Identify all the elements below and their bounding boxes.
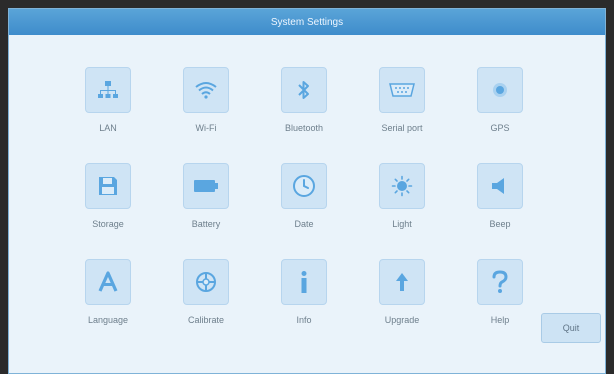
tile-label: Info (296, 315, 312, 325)
tile-help[interactable]: Help (451, 259, 549, 355)
battery-icon (183, 163, 229, 209)
tile-info[interactable]: Info (255, 259, 353, 355)
clock-icon (281, 163, 327, 209)
upgrade-arrow-icon (379, 259, 425, 305)
tile-storage[interactable]: Storage (59, 163, 157, 259)
serial-port-icon (379, 67, 425, 113)
question-mark-icon (477, 259, 523, 305)
tile-upgrade[interactable]: Upgrade (353, 259, 451, 355)
tile-label: GPS (490, 123, 510, 133)
tile-label: Storage (92, 219, 124, 229)
tile-label: Language (87, 315, 129, 325)
network-icon (85, 67, 131, 113)
tile-gps[interactable]: GPS (451, 67, 549, 163)
tile-date[interactable]: Date (255, 163, 353, 259)
tile-label: Date (294, 219, 314, 229)
settings-window: System Settings LAN Wi-Fi Bluetooth Seri… (8, 8, 606, 374)
tile-label: Bluetooth (284, 123, 324, 133)
tile-label: Help (490, 315, 510, 325)
calibrate-icon (183, 259, 229, 305)
tile-bluetooth[interactable]: Bluetooth (255, 67, 353, 163)
wifi-icon (183, 67, 229, 113)
tile-label: Beep (489, 219, 511, 229)
quit-button[interactable]: Quit (541, 313, 601, 343)
tile-lan[interactable]: LAN (59, 67, 157, 163)
tile-serial-port[interactable]: Serial port (353, 67, 451, 163)
speaker-icon (477, 163, 523, 209)
tile-beep[interactable]: Beep (451, 163, 549, 259)
window-title: System Settings (9, 9, 605, 35)
tile-light[interactable]: Light (353, 163, 451, 259)
tile-label: Battery (191, 219, 221, 229)
floppy-disk-icon (85, 163, 131, 209)
letter-a-icon (85, 259, 131, 305)
info-icon (281, 259, 327, 305)
tile-label: Calibrate (187, 315, 225, 325)
settings-grid: LAN Wi-Fi Bluetooth Serial port GPS Stor… (59, 67, 549, 355)
tile-wifi[interactable]: Wi-Fi (157, 67, 255, 163)
tile-battery[interactable]: Battery (157, 163, 255, 259)
gps-icon (477, 67, 523, 113)
tile-label: Upgrade (384, 315, 420, 325)
brightness-icon (379, 163, 425, 209)
tile-label: LAN (99, 123, 117, 133)
tile-label: Wi-Fi (195, 123, 217, 133)
tile-calibrate[interactable]: Calibrate (157, 259, 255, 355)
bluetooth-icon (281, 67, 327, 113)
tile-label: Serial port (381, 123, 423, 133)
tile-language[interactable]: Language (59, 259, 157, 355)
tile-label: Light (392, 219, 412, 229)
